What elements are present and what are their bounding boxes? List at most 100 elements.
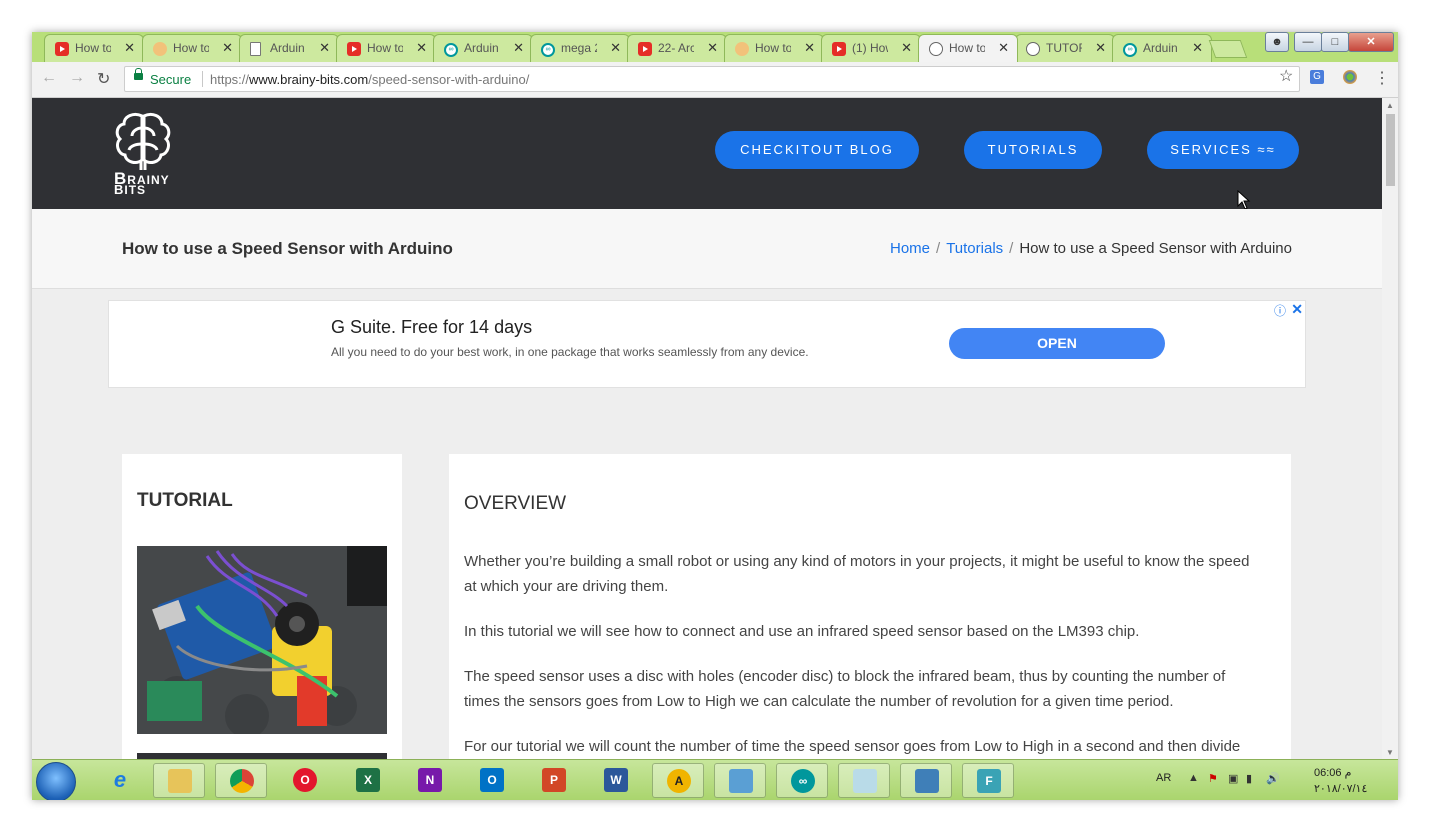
close-icon[interactable]: ✕	[1095, 40, 1106, 56]
new-tab-button[interactable]	[1208, 40, 1248, 58]
taskbar-photos[interactable]	[900, 763, 952, 798]
browser-tab-active[interactable]: How to ✕	[918, 34, 1018, 62]
scrollbar-thumb[interactable]	[1386, 114, 1395, 186]
tutorial-thumbnail[interactable]	[137, 546, 387, 734]
ad-banner[interactable]: G Suite. Free for 14 days All you need t…	[108, 300, 1306, 388]
reload-icon[interactable]: ↻	[97, 69, 110, 89]
page-title: How to use a Speed Sensor with Arduino	[122, 239, 453, 258]
show-hidden-icons-icon[interactable]: ▲	[1188, 772, 1199, 784]
youtube-icon	[55, 42, 69, 56]
opera-icon: O	[293, 768, 317, 792]
ad-info-icon[interactable]: ⓘ	[1274, 302, 1286, 319]
ad-headline[interactable]: G Suite. Free for 14 days	[331, 317, 532, 338]
mouse-cursor-icon	[1237, 190, 1251, 210]
power-icon[interactable]: ▣	[1228, 772, 1238, 785]
taskbar-outlook[interactable]: O	[466, 763, 518, 798]
arduino-icon: ∞	[1123, 43, 1137, 57]
close-window-button[interactable]: ✕	[1348, 32, 1394, 52]
taskbar-notepad[interactable]	[838, 763, 890, 798]
breadcrumb-home[interactable]: Home	[890, 240, 930, 257]
browser-tab[interactable]: How to ✕	[724, 34, 824, 62]
page-viewport: BRAINY BITS CHECKITOUT BLOG TUTORIALS SER…	[32, 98, 1382, 759]
browser-tab[interactable]: ∞ Arduin ✕	[433, 34, 533, 62]
volume-icon[interactable]: 🔊	[1266, 772, 1280, 785]
taskbar-arduino[interactable]: ∞	[776, 763, 828, 798]
taskbar-chrome[interactable]	[215, 763, 267, 798]
forward-arrow-icon[interactable]: →	[69, 69, 85, 87]
close-icon[interactable]: ✕	[1192, 40, 1203, 56]
tab-title: How to	[75, 41, 111, 55]
taskbar-control-panel[interactable]	[714, 763, 766, 798]
brainy-bits-logo[interactable]: BRAINY BITS	[112, 110, 174, 198]
browser-window: How to ✕ How to ✕ Arduin ✕ How to ✕ ∞ Arduin ✕…	[32, 32, 1398, 800]
translate-extension-icon[interactable]: G	[1310, 70, 1324, 84]
network-signal-icon[interactable]: ▮	[1246, 772, 1252, 785]
vertical-scrollbar[interactable]: ▲ ▼	[1382, 98, 1398, 759]
extension-icon[interactable]	[1343, 70, 1357, 84]
sidebar-heading: TUTORIAL	[137, 490, 233, 511]
kebab-menu-icon[interactable]: ⋮	[1374, 68, 1390, 88]
back-arrow-icon[interactable]: ←	[41, 69, 57, 87]
close-icon[interactable]: ✕	[804, 40, 815, 56]
taskbar-opera[interactable]: O	[279, 763, 331, 798]
logo-text-its: ITS	[124, 183, 147, 197]
close-icon[interactable]: ✕	[124, 40, 135, 56]
clock-date[interactable]: ٢٠١٨/٠٧/١٤	[1314, 782, 1367, 795]
taskbar-fritzing[interactable]: F	[962, 763, 1014, 798]
browser-tab[interactable]: How to ✕	[142, 34, 242, 62]
nav-checkitout-blog[interactable]: CHECKITOUT BLOG	[715, 131, 919, 169]
minimize-button[interactable]: —	[1294, 32, 1322, 52]
bookmark-star-icon[interactable]: ☆	[1279, 66, 1293, 86]
language-indicator[interactable]: AR	[1156, 772, 1171, 784]
browser-tab[interactable]: How to ✕	[44, 34, 144, 62]
ad-open-button[interactable]: OPEN	[949, 328, 1165, 359]
browser-tab[interactable]: (1) How ✕	[821, 34, 921, 62]
clock-time[interactable]: 06:06 م	[1314, 766, 1351, 779]
browser-tab[interactable]: Arduin ✕	[239, 34, 339, 62]
notepad-icon	[853, 769, 877, 793]
arduino-photo-image	[137, 546, 387, 734]
nav-tutorials[interactable]: TUTORIALS	[964, 131, 1102, 169]
close-icon[interactable]: ✕	[707, 40, 718, 56]
document-icon	[250, 42, 261, 56]
avatar-icon	[153, 42, 167, 56]
taskbar-word[interactable]: W	[590, 763, 642, 798]
start-button[interactable]	[36, 762, 76, 800]
close-icon[interactable]: ✕	[319, 40, 330, 56]
nav-services[interactable]: SERVICES ≈≈	[1147, 131, 1299, 169]
taskbar-powerpoint[interactable]: P	[528, 763, 580, 798]
divider	[202, 71, 203, 87]
ad-close-icon[interactable]: ✕	[1291, 301, 1303, 318]
article-paragraph: For our tutorial we will count the numbe…	[464, 738, 1241, 755]
scroll-down-arrow-icon[interactable]: ▼	[1386, 748, 1394, 757]
excel-icon: X	[356, 768, 380, 792]
close-icon[interactable]: ✕	[901, 40, 912, 56]
archicad-icon: A	[667, 769, 691, 793]
close-icon[interactable]: ✕	[513, 40, 524, 56]
close-icon[interactable]: ✕	[222, 40, 233, 56]
user-profile-icon[interactable]: ☻	[1265, 32, 1289, 52]
taskbar-onenote[interactable]: N	[404, 763, 456, 798]
action-center-flag-icon[interactable]: ⚑	[1208, 772, 1218, 785]
taskbar-internet-explorer[interactable]: e	[94, 763, 146, 798]
maximize-button[interactable]: □	[1321, 32, 1349, 52]
browser-tab[interactable]: How to ✕	[336, 34, 436, 62]
tab-title: (1) How	[852, 41, 888, 55]
tab-title: How to	[755, 41, 791, 55]
scroll-up-arrow-icon[interactable]: ▲	[1386, 101, 1394, 110]
address-bar[interactable]: Secure https://www.brainy-bits.com/speed…	[124, 66, 1300, 92]
close-icon[interactable]: ✕	[610, 40, 621, 56]
taskbar-excel[interactable]: X	[342, 763, 394, 798]
breadcrumb-tutorials[interactable]: Tutorials	[946, 240, 1003, 257]
taskbar-file-explorer[interactable]	[153, 763, 205, 798]
url-text[interactable]: https://www.brainy-bits.com/speed-sensor…	[210, 72, 529, 87]
browser-tab[interactable]: ∞ mega 2 ✕	[530, 34, 630, 62]
taskbar-archicad[interactable]: A	[652, 763, 704, 798]
close-icon[interactable]: ✕	[998, 40, 1009, 56]
browser-tab[interactable]: TUTOR ✕	[1015, 34, 1115, 62]
page-title-bar: How to use a Speed Sensor with Arduino H…	[32, 209, 1382, 289]
browser-tab[interactable]: ∞ Arduin ✕	[1112, 34, 1212, 62]
close-icon[interactable]: ✕	[416, 40, 427, 56]
arduino-icon: ∞	[541, 43, 555, 57]
browser-tab[interactable]: 22- Arc ✕	[627, 34, 727, 62]
